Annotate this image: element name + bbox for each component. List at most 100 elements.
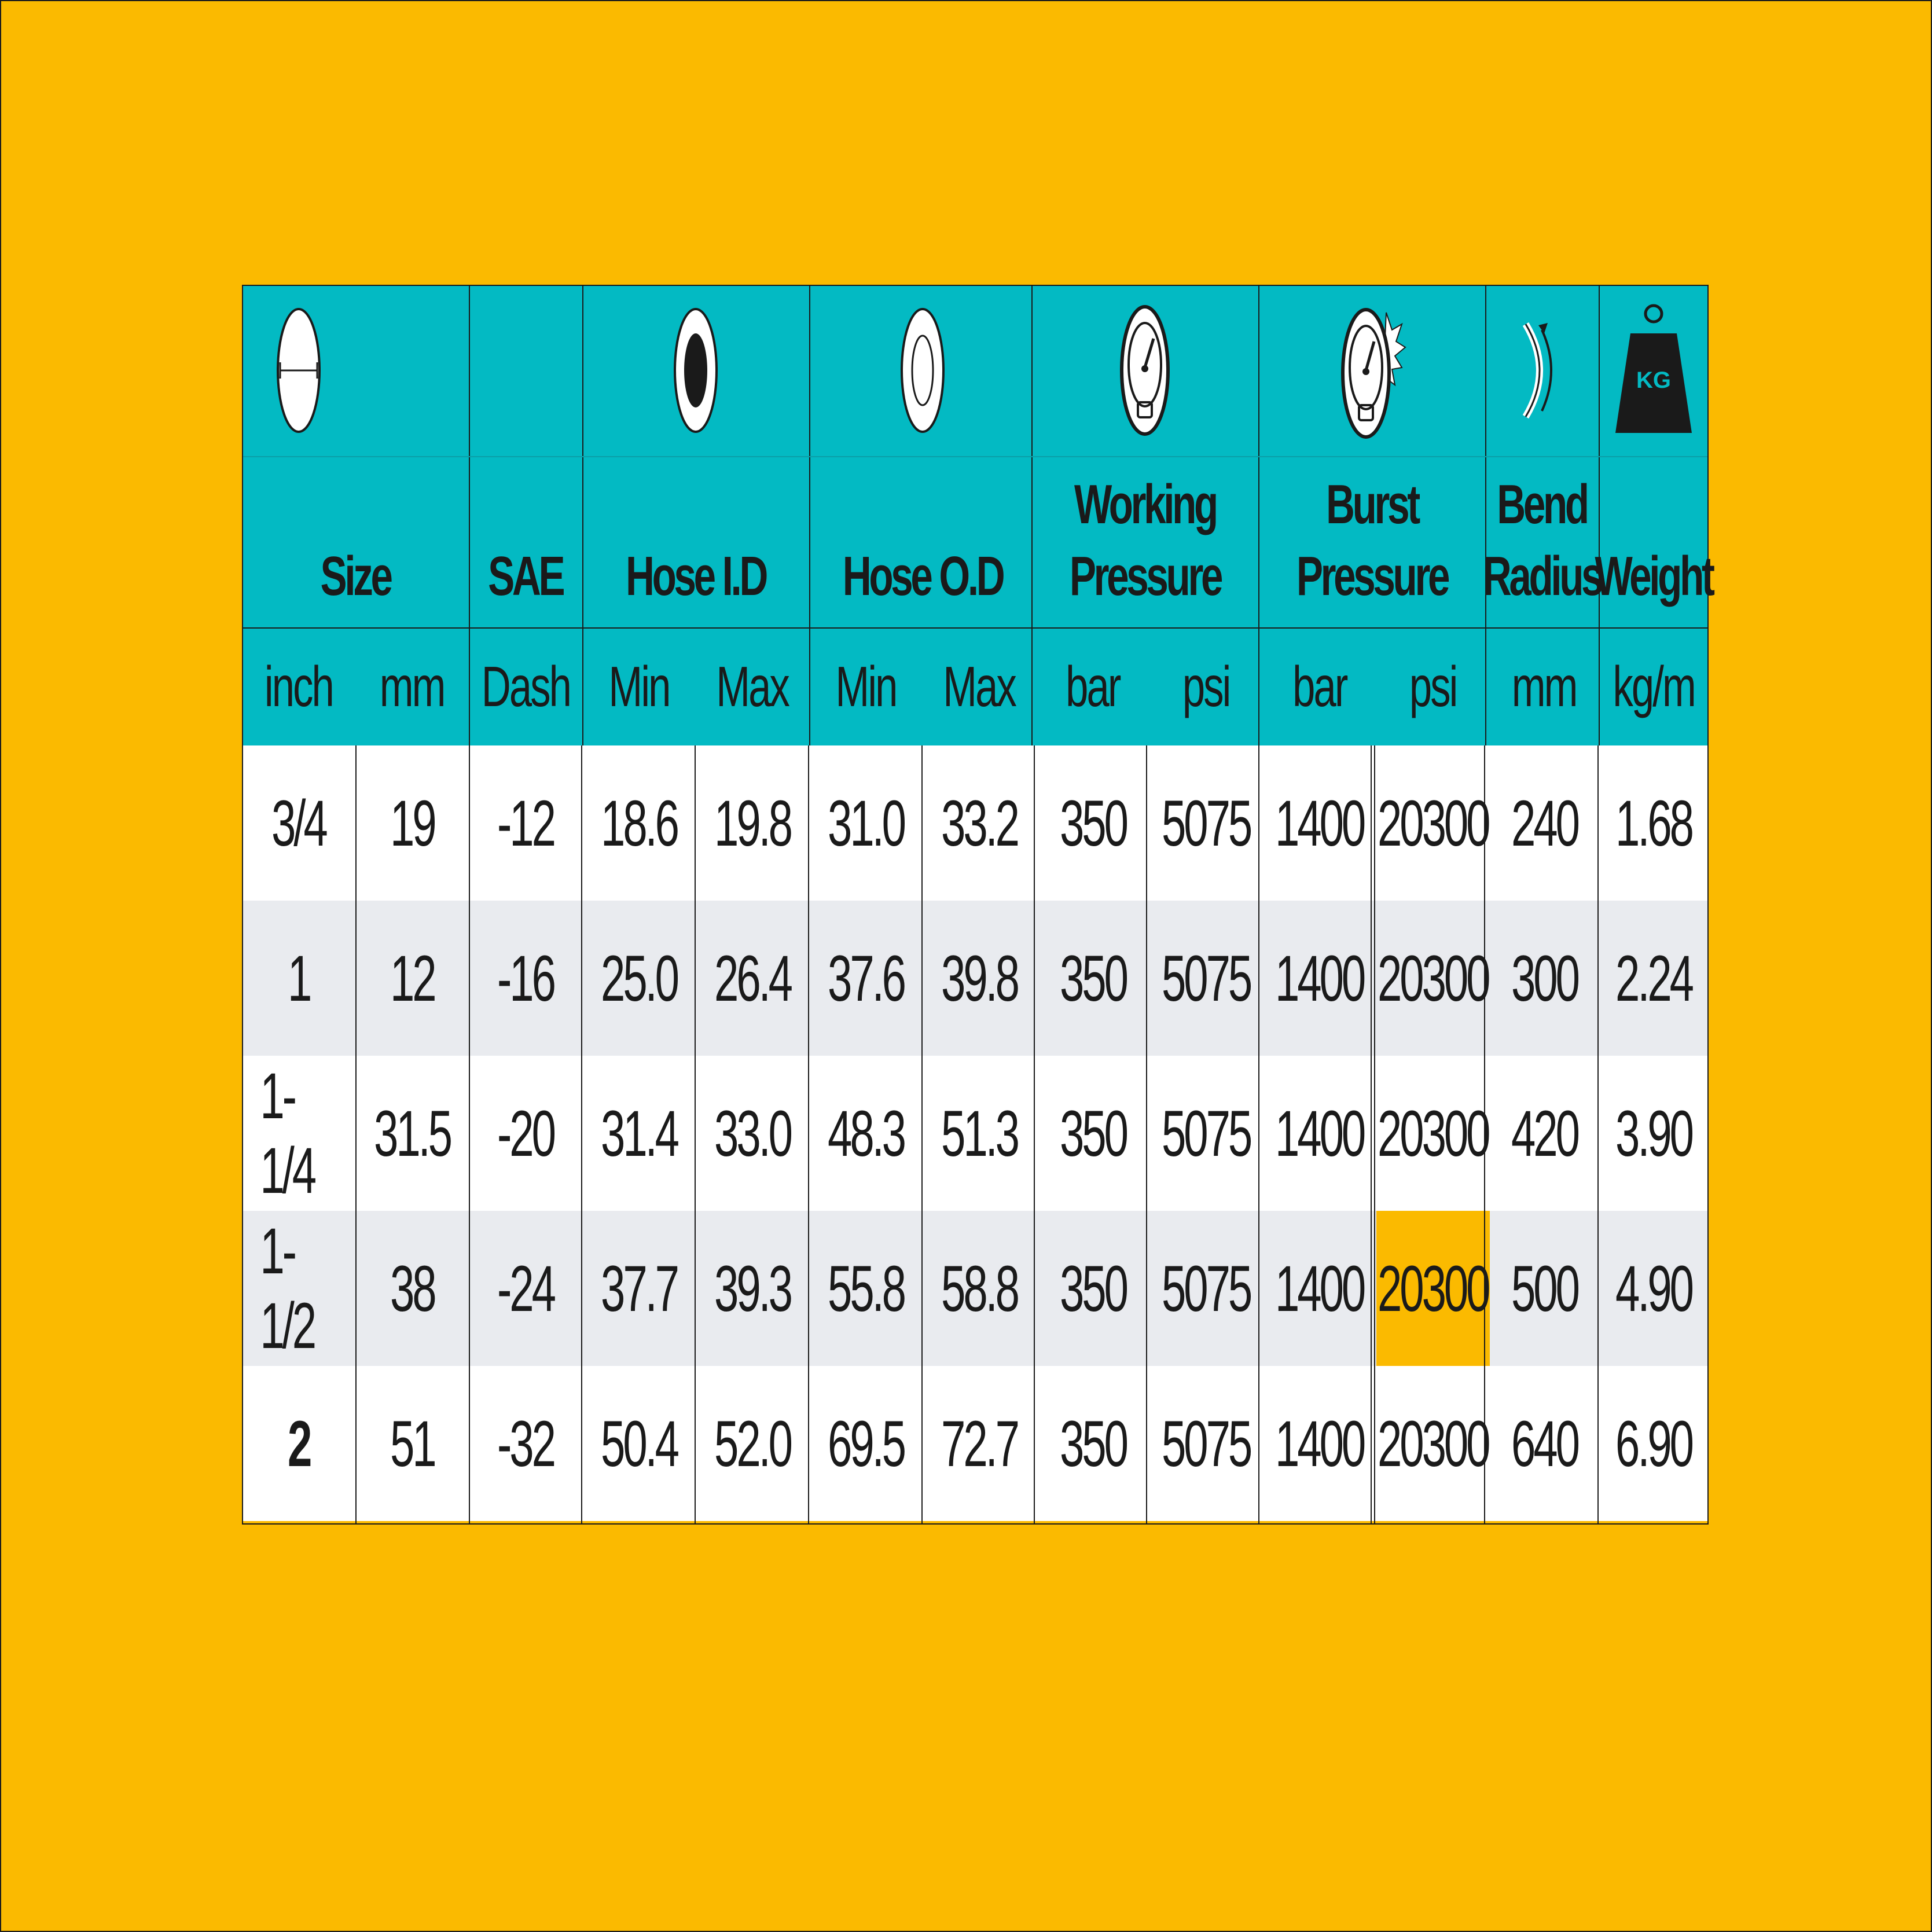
cell-wp-psi: 5075	[1149, 1211, 1263, 1366]
burst-pressure-title-text: Burst Pressure	[1296, 473, 1450, 607]
cell-value: -16	[497, 942, 556, 1015]
pressure-gauge-icon	[1031, 285, 1258, 456]
cell-value: 52.0	[714, 1407, 793, 1480]
kg-weight-icon: KG	[1599, 285, 1709, 456]
cell-size-mm: 38	[355, 1211, 469, 1366]
cell-value: 33.2	[941, 787, 1020, 860]
cell-value: 4.90	[1615, 1252, 1694, 1325]
cell-value: 500	[1511, 1252, 1580, 1325]
cell-size-inch: 1-1/2	[242, 1211, 355, 1366]
cell-id-min: 31.4	[582, 1056, 696, 1211]
table-bottom-border	[242, 1523, 1709, 1525]
hose-outer-diameter-icon	[809, 285, 1036, 456]
cell-od-max: 33.2	[923, 745, 1036, 901]
cell-size-mm: 19	[355, 745, 469, 901]
cell-value: 20300	[1378, 1252, 1490, 1325]
hose-id-title-text: Hose I.D	[626, 545, 768, 607]
unit-weight-kgm: kg/m	[1599, 627, 1709, 745]
unit-label: mm	[1512, 654, 1578, 718]
unit-inch: inch	[242, 627, 355, 745]
unit-id-min: Min	[582, 627, 696, 745]
cell-value: 240	[1511, 787, 1580, 860]
cell-value: 31.4	[601, 1097, 679, 1170]
cell-value: 1400	[1275, 1252, 1366, 1325]
cell-value: 25.0	[601, 942, 679, 1015]
cell-bp-psi: 20300	[1376, 745, 1490, 901]
cell-value: 51	[390, 1407, 437, 1480]
bend-radius-title-text: Bend Radius	[1482, 473, 1604, 607]
cell-value: 5075	[1162, 942, 1253, 1015]
unit-id-max: Max	[696, 627, 809, 745]
cell-value: 69.5	[828, 1407, 906, 1480]
cell-weight: 6.90	[1599, 1366, 1709, 1521]
sae-title: SAE	[469, 456, 582, 627]
body-divider	[1371, 745, 1372, 1525]
cell-value: -20	[497, 1097, 556, 1170]
cell-value: 55.8	[828, 1252, 906, 1325]
cell-value: 1400	[1275, 1407, 1366, 1480]
cell-value: 38	[390, 1252, 437, 1325]
cell-value: 5075	[1162, 787, 1253, 860]
cell-value: 19.8	[714, 787, 793, 860]
unit-label: psi	[1409, 654, 1458, 718]
cell-sae-dash: -32	[469, 1366, 582, 1521]
cell-bend-radius: 640	[1490, 1366, 1599, 1521]
working-pressure-title-text: Working Pressure	[1069, 473, 1223, 607]
table-row: 1-1/4 31.5 -20 31.4 33.0 48.3 51.3 350 5…	[242, 1056, 1709, 1211]
cell-value: 1400	[1275, 942, 1366, 1015]
cell-value: 19	[390, 787, 437, 860]
hose-od-title: Hose O.D	[809, 456, 1036, 627]
bend-radius-icon	[1485, 285, 1599, 456]
size-title-text: Size	[320, 545, 392, 607]
cell-wp-bar: 350	[1036, 1366, 1149, 1521]
sae-title-text: SAE	[488, 545, 565, 607]
body-divider	[695, 745, 696, 1525]
cell-value: 37.6	[828, 942, 906, 1015]
unit-od-min: Min	[809, 627, 923, 745]
unit-bp-psi: psi	[1376, 627, 1490, 745]
cell-od-max: 72.7	[923, 1366, 1036, 1521]
hose-inner-diameter-icon	[582, 285, 809, 456]
cell-value: 3/4	[271, 787, 328, 860]
cell-value: 2.24	[1615, 942, 1694, 1015]
cell-sae-dash: -24	[469, 1211, 582, 1366]
header-sub-line	[242, 456, 1709, 457]
cell-sae-dash: -20	[469, 1056, 582, 1211]
cell-value: 6.90	[1615, 1407, 1694, 1480]
cell-weight: 4.90	[1599, 1211, 1709, 1366]
cell-bp-bar: 1400	[1263, 1056, 1376, 1211]
cell-bend-radius: 300	[1490, 901, 1599, 1056]
unit-od-max: Max	[923, 627, 1036, 745]
unit-label: bar	[1292, 654, 1348, 718]
cell-bp-psi: 20300	[1376, 1056, 1490, 1211]
header-divider	[1258, 285, 1259, 745]
body-divider	[1034, 745, 1035, 1525]
cell-wp-bar: 350	[1036, 1056, 1149, 1211]
cell-value: -32	[497, 1407, 556, 1480]
cell-value: 1400	[1275, 1097, 1366, 1170]
cell-value: 350	[1059, 1407, 1129, 1480]
cell-size-inch: 1-1/4	[242, 1056, 355, 1211]
cell-id-min: 18.6	[582, 745, 696, 901]
unit-bend-mm: mm	[1490, 627, 1599, 745]
cell-id-min: 25.0	[582, 901, 696, 1056]
unit-label: bar	[1066, 654, 1121, 718]
cell-value: 20300	[1378, 1097, 1490, 1170]
cell-value: 1.68	[1615, 787, 1694, 860]
cell-bend-radius: 500	[1490, 1211, 1599, 1366]
cell-wp-psi: 5075	[1149, 745, 1263, 901]
kg-label: KG	[1636, 368, 1671, 393]
burst-pressure-gauge-icon	[1258, 285, 1485, 456]
cell-value: -12	[497, 787, 556, 860]
cell-sae-dash: -16	[469, 901, 582, 1056]
cell-id-min: 37.7	[582, 1211, 696, 1366]
cell-wp-bar: 350	[1036, 901, 1149, 1056]
body-divider	[581, 745, 582, 1525]
hose-od-title-text: Hose O.D	[842, 545, 1005, 607]
table-left-border	[242, 285, 243, 1525]
body-divider	[1146, 745, 1147, 1525]
cell-wp-psi: 5075	[1149, 1056, 1263, 1211]
cell-bend-radius: 420	[1490, 1056, 1599, 1211]
header-divider	[469, 285, 470, 745]
header-divider	[582, 285, 583, 745]
